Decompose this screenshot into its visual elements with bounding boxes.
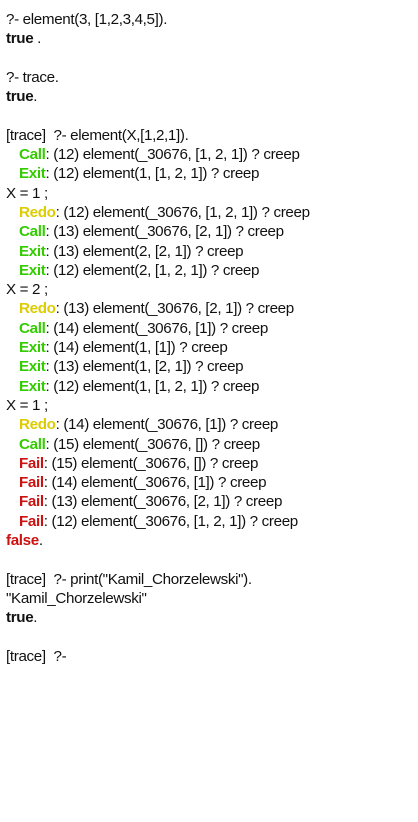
- result-false: false: [6, 532, 39, 550]
- print-output: "Kamil_Chorzelewski": [6, 589, 147, 607]
- query-line: [trace] ?- element(X,[1,2,1]).: [6, 126, 189, 144]
- trace-port-exit: Exit: [19, 377, 46, 395]
- trace-line: Redo: (13) element(_30676, [2, 1]) ? cre…: [19, 300, 294, 318]
- trace-goal: (12) element(2, [1, 2, 1]) ? creep: [49, 261, 260, 279]
- trace-port-call: Call: [19, 435, 46, 453]
- result-true: true: [6, 609, 34, 627]
- trace-port-redo: Redo: [19, 300, 56, 318]
- query-line: [trace] ?- print("Kamil_Chorzelewski").: [6, 570, 252, 588]
- trace-block: Redo: (14) element(_30676, [1]) ? creep C…: [6, 415, 414, 531]
- trace-line: Fail: (12) element(_30676, [1, 2, 1]) ? …: [19, 512, 299, 530]
- trace-goal: (12) element(1, [1, 2, 1]) ? creep: [49, 165, 260, 183]
- trace-goal: (15) element(_30676, []) ? creep: [49, 435, 260, 453]
- answer-line: X = 1 ;: [6, 396, 48, 414]
- trace-port-exit: Exit: [19, 358, 46, 376]
- trace-goal: (12) element(_30676, [1, 2, 1]) ? creep: [59, 203, 310, 221]
- trace-port-call: Call: [19, 319, 46, 337]
- trace-port-exit: Exit: [19, 165, 46, 183]
- trace-port-call: Call: [19, 223, 46, 241]
- trace-goal: (13) element(_30676, [2, 1]) ? creep: [47, 493, 283, 511]
- result-true: true: [6, 88, 34, 106]
- trace-goal: (13) element(1, [2, 1]) ? creep: [49, 358, 244, 376]
- result-suffix: .: [33, 30, 42, 48]
- trace-line: Fail: (15) element(_30676, []) ? creep: [19, 454, 259, 472]
- result-line: true.: [6, 608, 414, 627]
- trace-block: Redo: (13) element(_30676, [2, 1]) ? cre…: [6, 299, 414, 395]
- result-line: false.: [6, 531, 414, 550]
- trace-port-fail: Fail: [19, 493, 44, 511]
- trace-goal: (12) element(_30676, [1, 2, 1]) ? creep: [49, 146, 300, 164]
- trace-goal: (14) element(_30676, [1]) ? creep: [47, 474, 267, 492]
- query-line: ?- trace.: [6, 68, 59, 86]
- trace-port-call: Call: [19, 146, 46, 164]
- trace-goal: (13) element(2, [2, 1]) ? creep: [49, 242, 244, 260]
- trace-line: Call: (12) element(_30676, [1, 2, 1]) ? …: [19, 146, 300, 164]
- answer-line: X = 2 ;: [6, 281, 48, 299]
- trace-line: Redo: (14) element(_30676, [1]) ? creep: [19, 416, 279, 434]
- trace-block: Redo: (12) element(_30676, [1, 2, 1]) ? …: [6, 203, 414, 280]
- query-line: ?- element(3, [1,2,3,4,5]).: [6, 11, 168, 28]
- trace-goal: (14) element(1, [1]) ? creep: [49, 339, 228, 357]
- trace-line: Fail: (14) element(_30676, [1]) ? creep: [19, 474, 267, 492]
- trace-port-fail: Fail: [19, 474, 44, 492]
- trace-line: Exit: (13) element(1, [2, 1]) ? creep: [19, 358, 244, 376]
- trace-port-exit: Exit: [19, 339, 46, 357]
- result-true: true: [6, 30, 34, 48]
- trace-goal: (12) element(_30676, [1, 2, 1]) ? creep: [47, 512, 299, 530]
- prolog-console[interactable]: ?- element(3, [1,2,3,4,5]). true . ?- tr…: [6, 10, 414, 666]
- trace-line: Exit: (13) element(2, [2, 1]) ? creep: [19, 242, 244, 260]
- result-suffix: .: [33, 88, 38, 106]
- trace-goal: (13) element(_30676, [2, 1]) ? creep: [49, 223, 284, 241]
- trace-line: Exit: (12) element(2, [1, 2, 1]) ? creep: [19, 261, 260, 279]
- trace-block: Call: (12) element(_30676, [1, 2, 1]) ? …: [6, 145, 414, 184]
- trace-line: Exit: (14) element(1, [1]) ? creep: [19, 339, 228, 357]
- trace-line: Redo: (12) element(_30676, [1, 2, 1]) ? …: [19, 203, 310, 221]
- trace-line: Call: (15) element(_30676, []) ? creep: [19, 435, 260, 453]
- result-line: true.: [6, 87, 414, 106]
- trace-port-fail: Fail: [19, 512, 44, 530]
- trace-line: Call: (13) element(_30676, [2, 1]) ? cre…: [19, 223, 284, 241]
- trace-line: Fail: (13) element(_30676, [2, 1]) ? cre…: [19, 493, 283, 511]
- trace-port-exit: Exit: [19, 242, 46, 260]
- trace-goal: (15) element(_30676, []) ? creep: [47, 454, 259, 472]
- trace-line: Exit: (12) element(1, [1, 2, 1]) ? creep: [19, 377, 260, 395]
- result-suffix: .: [33, 609, 38, 627]
- trace-goal: (12) element(1, [1, 2, 1]) ? creep: [49, 377, 260, 395]
- trace-port-redo: Redo: [19, 203, 56, 221]
- trace-line: Call: (14) element(_30676, [1]) ? creep: [19, 319, 268, 337]
- trace-line: Exit: (12) element(1, [1, 2, 1]) ? creep: [19, 165, 260, 183]
- trace-goal: (14) element(_30676, [1]) ? creep: [59, 416, 279, 434]
- trace-port-fail: Fail: [19, 454, 44, 472]
- trace-goal: (13) element(_30676, [2, 1]) ? creep: [59, 300, 294, 318]
- trace-goal: (14) element(_30676, [1]) ? creep: [49, 319, 268, 337]
- trace-port-redo: Redo: [19, 416, 56, 434]
- trace-port-exit: Exit: [19, 261, 46, 279]
- answer-line: X = 1 ;: [6, 184, 48, 202]
- result-line: true .: [6, 29, 414, 48]
- result-suffix: .: [38, 532, 43, 550]
- input-prompt[interactable]: [trace] ?-: [6, 647, 414, 666]
